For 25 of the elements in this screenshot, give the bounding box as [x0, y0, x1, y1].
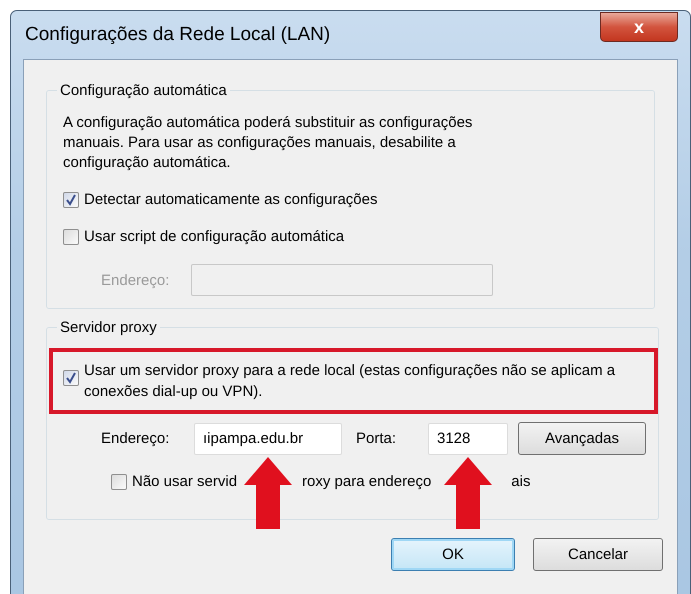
checkbox[interactable] [63, 228, 79, 244]
advanced-button[interactable]: Avançadas [518, 422, 646, 455]
dialog-button[interactable]: Cancelar [533, 538, 663, 571]
checkbox-label: Usar script de configuração automática [84, 228, 344, 245]
checkbox[interactable] [111, 474, 127, 490]
dialog-button[interactable]: OK [391, 538, 515, 571]
checkbox-label: ais [511, 473, 530, 490]
checkbox-label: Detectar automaticamente as configurações [84, 191, 378, 208]
checkbox-label: Não usar servid [132, 473, 238, 490]
group-legend: Configuração automática [57, 82, 230, 99]
checkbox[interactable] [63, 370, 79, 386]
field-label: Porta: [356, 430, 398, 447]
checkbox-label: roxy para endereço [302, 473, 432, 490]
group-legend: Servidor proxy [57, 319, 160, 336]
checkbox[interactable] [63, 192, 79, 208]
checkbox-label: Usar um servidor proxy para a rede local (estas configurações não se aplicam a conexões dial-up ou VPN). [84, 361, 616, 402]
window-title: Configurações da Rede Local (LAN) [25, 24, 330, 46]
arrow-icon [244, 456, 292, 528]
input-field[interactable]: 3128 [428, 422, 508, 454]
field-label: Endereço: [101, 272, 170, 288]
description-text: A configuração automática poderá substituir as configurações manuais. Para usar as configurações manuais, desabilite a configuração automática. [63, 113, 474, 173]
arrow-icon [444, 456, 492, 528]
field-label: Endereço: [101, 430, 170, 447]
input-field[interactable]: ıipampa.edu.br [194, 422, 342, 454]
close-button[interactable]: x [600, 12, 678, 42]
